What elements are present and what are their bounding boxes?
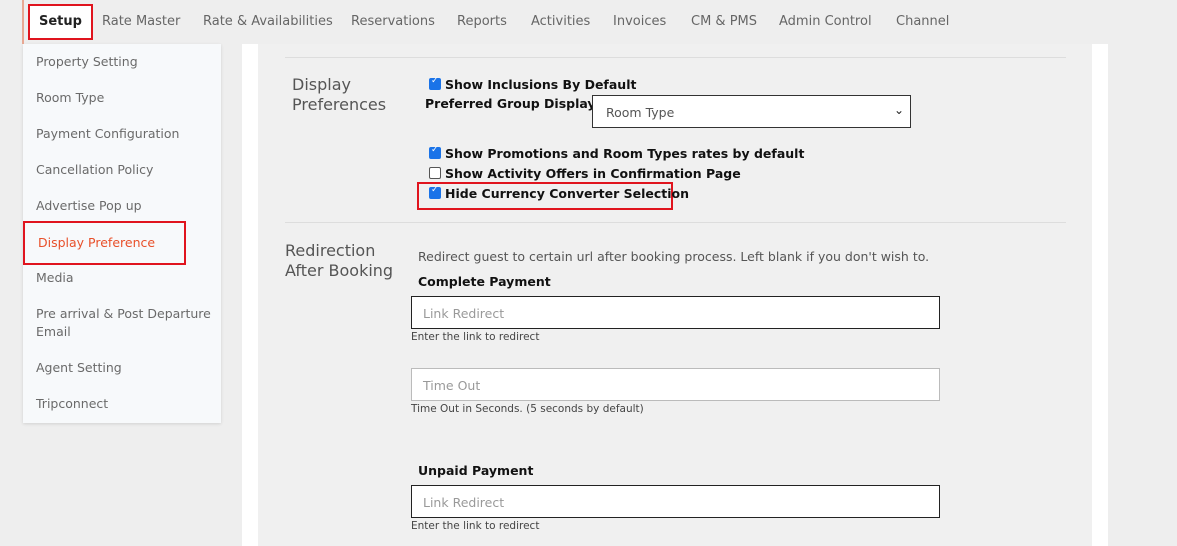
complete-payment-timeout-input[interactable]: Time Out bbox=[411, 368, 940, 401]
tab-invoices[interactable]: Invoices bbox=[613, 0, 666, 44]
tab-channel[interactable]: Channel bbox=[896, 0, 949, 44]
sidebar-item-property-setting[interactable]: Property Setting bbox=[36, 53, 216, 71]
tab-activities[interactable]: Activities bbox=[531, 0, 590, 44]
show-promotions-label: Show Promotions and Room Types rates by … bbox=[445, 146, 805, 161]
sidebar-item-pre-arrival-post-departure-email[interactable]: Pre arrival & Post Departure Email bbox=[36, 305, 216, 341]
hide-currency-converter-row[interactable]: Hide Currency Converter Selection bbox=[429, 185, 690, 201]
tab-cm-pms[interactable]: CM & PMS bbox=[691, 0, 757, 44]
top-navigation: Setup Rate Master Rate & Availabilities … bbox=[22, 0, 964, 44]
hide-currency-converter-checkbox[interactable] bbox=[429, 185, 441, 199]
sidebar-item-room-type[interactable]: Room Type bbox=[36, 89, 216, 107]
redirection-title: Redirection After Booking bbox=[285, 241, 394, 280]
show-inclusions-row[interactable]: Show Inclusions By Default bbox=[429, 76, 637, 92]
show-activity-offers-checkbox[interactable] bbox=[429, 166, 441, 179]
preferred-group-label: Preferred Group Display bbox=[425, 96, 596, 111]
show-promotions-checkbox[interactable] bbox=[429, 145, 441, 159]
sidebar-item-display-preference[interactable]: Display Preference bbox=[23, 221, 186, 265]
sidebar-item-tripconnect[interactable]: Tripconnect bbox=[36, 395, 216, 413]
sidebar-item-agent-setting[interactable]: Agent Setting bbox=[36, 359, 216, 377]
show-activity-offers-row[interactable]: Show Activity Offers in Confirmation Pag… bbox=[429, 166, 741, 181]
settings-sidebar: Property Setting Room Type Payment Confi… bbox=[23, 44, 221, 423]
complete-payment-timeout-placeholder: Time Out bbox=[423, 378, 481, 393]
complete-payment-link-placeholder: Link Redirect bbox=[423, 306, 505, 321]
unpaid-payment-link-placeholder: Link Redirect bbox=[423, 495, 505, 510]
chevron-down-icon: ⌄ bbox=[893, 103, 904, 117]
tab-admin-control[interactable]: Admin Control bbox=[779, 0, 872, 44]
tab-rate-availabilities[interactable]: Rate & Availabilities bbox=[203, 0, 333, 44]
complete-payment-link-help: Enter the link to redirect bbox=[411, 331, 540, 343]
tab-rate-master[interactable]: Rate Master bbox=[102, 0, 180, 44]
sidebar-item-advertise-pop-up[interactable]: Advertise Pop up bbox=[36, 197, 216, 215]
show-inclusions-label: Show Inclusions By Default bbox=[445, 77, 637, 92]
unpaid-payment-label: Unpaid Payment bbox=[418, 463, 534, 478]
complete-payment-label: Complete Payment bbox=[418, 274, 551, 289]
divider-top bbox=[285, 57, 1066, 58]
tab-reservations[interactable]: Reservations bbox=[351, 0, 435, 44]
divider-middle bbox=[285, 222, 1066, 223]
redirection-description: Redirect guest to certain url after book… bbox=[418, 249, 930, 264]
hide-currency-converter-label: Hide Currency Converter Selection bbox=[445, 186, 690, 201]
preferred-group-select[interactable]: Room Type ⌄ bbox=[592, 95, 911, 128]
sidebar-item-payment-configuration[interactable]: Payment Configuration bbox=[36, 125, 216, 143]
tab-setup[interactable]: Setup bbox=[28, 4, 93, 40]
unpaid-payment-link-help: Enter the link to redirect bbox=[411, 520, 540, 532]
sidebar-item-media[interactable]: Media bbox=[36, 269, 216, 287]
tab-reports[interactable]: Reports bbox=[457, 0, 507, 44]
show-activity-offers-label: Show Activity Offers in Confirmation Pag… bbox=[445, 166, 741, 181]
unpaid-payment-link-input[interactable]: Link Redirect bbox=[411, 485, 940, 518]
preferred-group-value: Room Type bbox=[606, 105, 675, 120]
complete-payment-timeout-help: Time Out in Seconds. (5 seconds by defau… bbox=[411, 403, 644, 415]
sidebar-item-cancellation-policy[interactable]: Cancellation Policy bbox=[36, 161, 216, 179]
show-promotions-row[interactable]: Show Promotions and Room Types rates by … bbox=[429, 145, 805, 161]
show-inclusions-checkbox[interactable] bbox=[429, 76, 441, 90]
complete-payment-link-input[interactable]: Link Redirect bbox=[411, 296, 940, 329]
display-preferences-title: Display Preferences bbox=[292, 75, 387, 114]
